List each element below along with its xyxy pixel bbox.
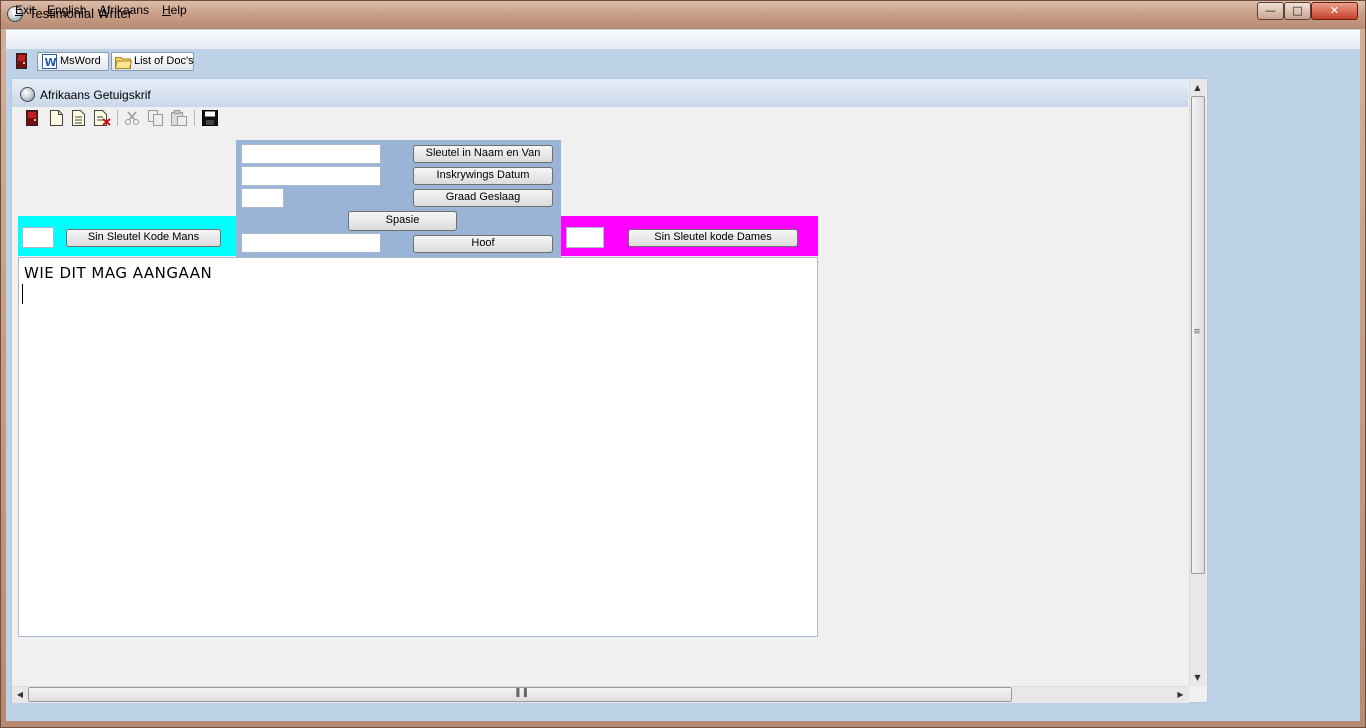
exit-door-icon[interactable] [26, 110, 40, 126]
scroll-left-arrow-icon[interactable]: ◀ [12, 686, 28, 703]
toolbar-separator [117, 110, 118, 126]
menu-afrikaans-label: frikaans [107, 3, 150, 17]
menu-english-label: nglish [55, 3, 87, 17]
child-app-icon[interactable] [20, 87, 35, 102]
svg-text:W: W [45, 56, 57, 69]
copy-icon [148, 110, 164, 126]
toolbar-separator [194, 110, 195, 126]
document-text-icon[interactable] [72, 110, 86, 126]
grip-icon: ❚❚ [514, 688, 530, 698]
word-icon: W [42, 54, 57, 75]
space-button[interactable]: Spasie [348, 211, 457, 231]
head-field[interactable] [241, 233, 381, 253]
menu-english-mnemonic: E [47, 3, 56, 17]
menu-afrikaans[interactable]: Afrikaans [99, 3, 149, 17]
menu-help[interactable]: Help [162, 3, 187, 17]
minimize-button[interactable]: — [1257, 2, 1284, 20]
msword-label: MsWord [60, 55, 101, 67]
date-field[interactable] [241, 166, 381, 186]
child-window-title: Afrikaans Getuigskrif [40, 88, 151, 102]
text-caret [22, 284, 23, 304]
save-icon[interactable] [202, 110, 218, 126]
msword-button[interactable]: W MsWord [37, 52, 109, 71]
scroll-right-arrow-icon[interactable]: ▶ [1172, 686, 1189, 703]
close-button[interactable]: ✕ [1311, 2, 1358, 20]
enrollment-date-button[interactable]: Inskrywings Datum [413, 167, 553, 185]
male-key-code-button[interactable]: Sin Sleutel Kode Mans [66, 229, 221, 247]
editor-text: WIE DIT MAG AANGAAN [24, 264, 213, 282]
grip-icon: ≡ [1193, 327, 1201, 337]
menu-help-label: elp [170, 3, 187, 17]
name-field[interactable] [241, 144, 381, 164]
menu-exit-label: xit [23, 3, 36, 17]
menu-bar [6, 30, 1360, 50]
menu-help-mnemonic: H [162, 3, 171, 17]
document-editor[interactable] [18, 257, 818, 637]
delete-document-icon[interactable] [94, 110, 111, 126]
title-bar[interactable] [1, 1, 1365, 29]
child-title-bar[interactable] [12, 79, 1188, 107]
female-key-code-button[interactable]: Sin Sleutel kode Dames [628, 229, 798, 247]
exit-door-icon[interactable] [16, 53, 27, 69]
grade-field[interactable] [241, 188, 284, 208]
folder-icon [114, 55, 133, 75]
enter-name-button[interactable]: Sleutel in Naam en Van [413, 145, 553, 163]
paste-icon [171, 110, 187, 126]
menu-english[interactable]: English [47, 3, 86, 17]
head-button[interactable]: Hoof [413, 235, 553, 253]
male-code-field[interactable] [22, 227, 54, 248]
female-code-field[interactable] [566, 227, 604, 248]
menu-afrikaans-mnemonic: A [99, 3, 108, 17]
menu-exit-mnemonic: E [15, 3, 24, 17]
maximize-button[interactable]: □ [1284, 2, 1311, 20]
grade-passed-button[interactable]: Graad Geslaag [413, 189, 553, 207]
menu-exit[interactable]: Exit [15, 3, 35, 17]
list-of-docs-button[interactable]: List of Doc's [111, 52, 194, 71]
list-of-docs-label: List of Doc's [134, 55, 194, 67]
status-bar [6, 705, 1360, 721]
scroll-down-arrow-icon[interactable]: ▼ [1189, 669, 1206, 686]
new-document-icon[interactable] [50, 110, 64, 126]
cut-icon [124, 110, 140, 126]
scroll-up-arrow-icon[interactable]: ▲ [1189, 79, 1206, 96]
